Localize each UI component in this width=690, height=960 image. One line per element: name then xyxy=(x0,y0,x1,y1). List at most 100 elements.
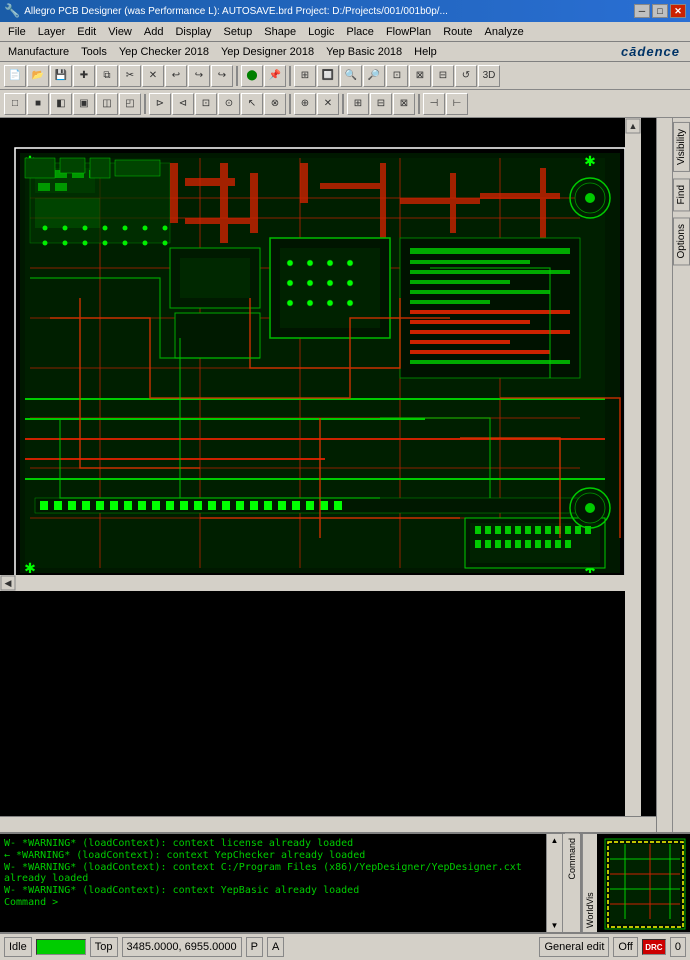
toolbar-btn-zoom4[interactable]: 🔎 xyxy=(363,65,385,87)
toolbar-btn-close2[interactable]: ✕ xyxy=(142,65,164,87)
toolbar-btn-pin[interactable]: 📌 xyxy=(264,65,286,87)
toolbar-btn-redo2[interactable]: ↪ xyxy=(211,65,233,87)
title-bar-left: 🔧 Allegro PCB Designer (was Performance … xyxy=(4,3,448,19)
status-number: 0 xyxy=(670,937,686,957)
menu2-manufacture[interactable]: Manufacture xyxy=(2,44,75,60)
toolbar2-btn-t5[interactable]: ◫ xyxy=(96,93,118,115)
menu-bar-1: FileLayerEditViewAddDisplaySetupShapeLog… xyxy=(0,22,690,42)
toolbar2-btn-t6[interactable]: ◰ xyxy=(119,93,141,115)
menu-file[interactable]: File xyxy=(2,24,32,40)
menu-add[interactable]: Add xyxy=(138,24,170,40)
toolbar2-btn-t3[interactable]: ◧ xyxy=(50,93,72,115)
console-label[interactable]: Command xyxy=(565,834,579,884)
find-tab[interactable]: Find xyxy=(673,178,690,211)
drc-label: DRC xyxy=(645,943,662,952)
toolbar2-btn-t12[interactable]: ⊗ xyxy=(264,93,286,115)
toolbar2-btn-t7[interactable]: ⊳ xyxy=(149,93,171,115)
log-line-3: W- *WARNING* (loadContext): context C:/P… xyxy=(4,862,542,884)
toolbar-btn-circle[interactable]: ⬤ xyxy=(241,65,263,87)
menu-route[interactable]: Route xyxy=(437,24,478,40)
toolbar2-btn-t14[interactable]: ✕ xyxy=(317,93,339,115)
toolbar-btn-zoom8[interactable]: ↺ xyxy=(455,65,477,87)
toolbar2-btn-t2[interactable]: ■ xyxy=(27,93,49,115)
toolbar-btn-d3[interactable]: 3D xyxy=(478,65,500,87)
toolbar-btn-crosshair[interactable]: ✚ xyxy=(73,65,95,87)
menu-place[interactable]: Place xyxy=(340,24,380,40)
minimize-button[interactable]: ─ xyxy=(634,4,650,18)
toolbar2-btn-t1[interactable]: □ xyxy=(4,93,26,115)
scrollbar-bottom[interactable] xyxy=(0,816,656,832)
log-line-4: W- *WARNING* (loadContext): context YepB… xyxy=(4,885,542,896)
off-label: Off xyxy=(618,941,632,953)
toolbar2-btn-t10[interactable]: ⊙ xyxy=(218,93,240,115)
toolbar2-btn-t15[interactable]: ⊞ xyxy=(347,93,369,115)
toolbar-btn-zoom2[interactable]: 🔲 xyxy=(317,65,339,87)
status-a[interactable]: A xyxy=(267,937,284,957)
close-button[interactable]: ✕ xyxy=(670,4,686,18)
console-side: Command xyxy=(562,834,580,932)
app-icon: 🔧 xyxy=(4,3,20,19)
window-title: Allegro PCB Designer (was Performance L)… xyxy=(24,6,448,17)
visibility-tab[interactable]: Visibility xyxy=(673,122,690,172)
worldview-canvas xyxy=(600,834,690,932)
canvas-area[interactable]: ✱ ✱ ✱ ✱ xyxy=(0,118,672,832)
toolbar2-btn-t17[interactable]: ⊠ xyxy=(393,93,415,115)
options-tab[interactable]: Options xyxy=(673,217,690,265)
menu-layer[interactable]: Layer xyxy=(32,24,72,40)
toolbar-separator-sep2 xyxy=(289,66,291,86)
toolbar-btn-redo1[interactable]: ↪ xyxy=(188,65,210,87)
menu2-help[interactable]: Help xyxy=(408,44,443,60)
console-scrollbar[interactable]: ▲ ▼ xyxy=(546,834,562,932)
svg-text:✱: ✱ xyxy=(584,153,596,169)
toolbar-btn-zoom5[interactable]: ⊡ xyxy=(386,65,408,87)
toolbar-btn-zoom6[interactable]: ⊠ xyxy=(409,65,431,87)
toolbar-btn-cut[interactable]: ✂ xyxy=(119,65,141,87)
status-coords: 3485.0000, 6955.0000 xyxy=(122,937,242,957)
menu-analyze[interactable]: Analyze xyxy=(479,24,530,40)
number-value: 0 xyxy=(675,941,681,953)
menu2-yepdesigner[interactable]: Yep Designer 2018 xyxy=(215,44,320,60)
worldview-label[interactable]: WorldVis xyxy=(582,834,597,932)
right-panel: Visibility Find Options xyxy=(672,118,690,832)
status-p[interactable]: P xyxy=(246,937,263,957)
toolbar-btn-zoom7[interactable]: ⊟ xyxy=(432,65,454,87)
console-log[interactable]: W- *WARNING* (loadContext): context lice… xyxy=(0,834,546,932)
toolbar2-btn-t9[interactable]: ⊡ xyxy=(195,93,217,115)
console-area: W- *WARNING* (loadContext): context lice… xyxy=(0,832,690,932)
menu-flowplan[interactable]: FlowPlan xyxy=(380,24,437,40)
menu-logic[interactable]: Logic xyxy=(302,24,340,40)
toolbar2-btn-t19[interactable]: ⊢ xyxy=(446,93,468,115)
menu-view[interactable]: View xyxy=(102,24,138,40)
a-flag: A xyxy=(272,941,279,953)
menu-shape[interactable]: Shape xyxy=(258,24,302,40)
menu-setup[interactable]: Setup xyxy=(218,24,259,40)
menu-bar2-left: ManufactureToolsYep Checker 2018Yep Desi… xyxy=(2,44,443,60)
toolbar2-btn-t4[interactable]: ▣ xyxy=(73,93,95,115)
toolbar-btn-zoom1[interactable]: ⊞ xyxy=(294,65,316,87)
toolbar-btn-undo[interactable]: ↩ xyxy=(165,65,187,87)
toolbar-btn-new[interactable]: 📄 xyxy=(4,65,26,87)
title-bar: 🔧 Allegro PCB Designer (was Performance … xyxy=(0,0,690,22)
menu2-yepbasic[interactable]: Yep Basic 2018 xyxy=(320,44,408,60)
toolbar2-btn-t13[interactable]: ⊕ xyxy=(294,93,316,115)
toolbar2-btn-t16[interactable]: ⊟ xyxy=(370,93,392,115)
toolbar2-btn-t11[interactable]: ↖ xyxy=(241,93,263,115)
status-layer[interactable]: Top xyxy=(90,937,118,957)
toolbar-btn-zoom3[interactable]: 🔍 xyxy=(340,65,362,87)
menu2-yepchecker[interactable]: Yep Checker 2018 xyxy=(113,44,215,60)
toolbar2-btn-t18[interactable]: ⊣ xyxy=(423,93,445,115)
restore-button[interactable]: □ xyxy=(652,4,668,18)
menu-display[interactable]: Display xyxy=(169,24,217,40)
toolbar-btn-copy[interactable]: ⧉ xyxy=(96,65,118,87)
status-idle: Idle xyxy=(4,937,32,957)
toolbar-btn-save[interactable]: 💾 xyxy=(50,65,72,87)
menu2-tools[interactable]: Tools xyxy=(75,44,113,60)
scrollbar-right[interactable] xyxy=(656,118,672,832)
toolbar-2: □■◧▣◫◰ ⊳⊲⊡⊙↖⊗ ⊕✕ ⊞⊟⊠ ⊣⊢ xyxy=(0,90,690,118)
log-line-5: Command > xyxy=(4,897,542,908)
status-mode: General edit xyxy=(539,937,609,957)
menu-edit[interactable]: Edit xyxy=(71,24,102,40)
toolbar2-btn-t8[interactable]: ⊲ xyxy=(172,93,194,115)
toolbar-btn-open[interactable]: 📂 xyxy=(27,65,49,87)
status-off[interactable]: Off xyxy=(613,937,637,957)
